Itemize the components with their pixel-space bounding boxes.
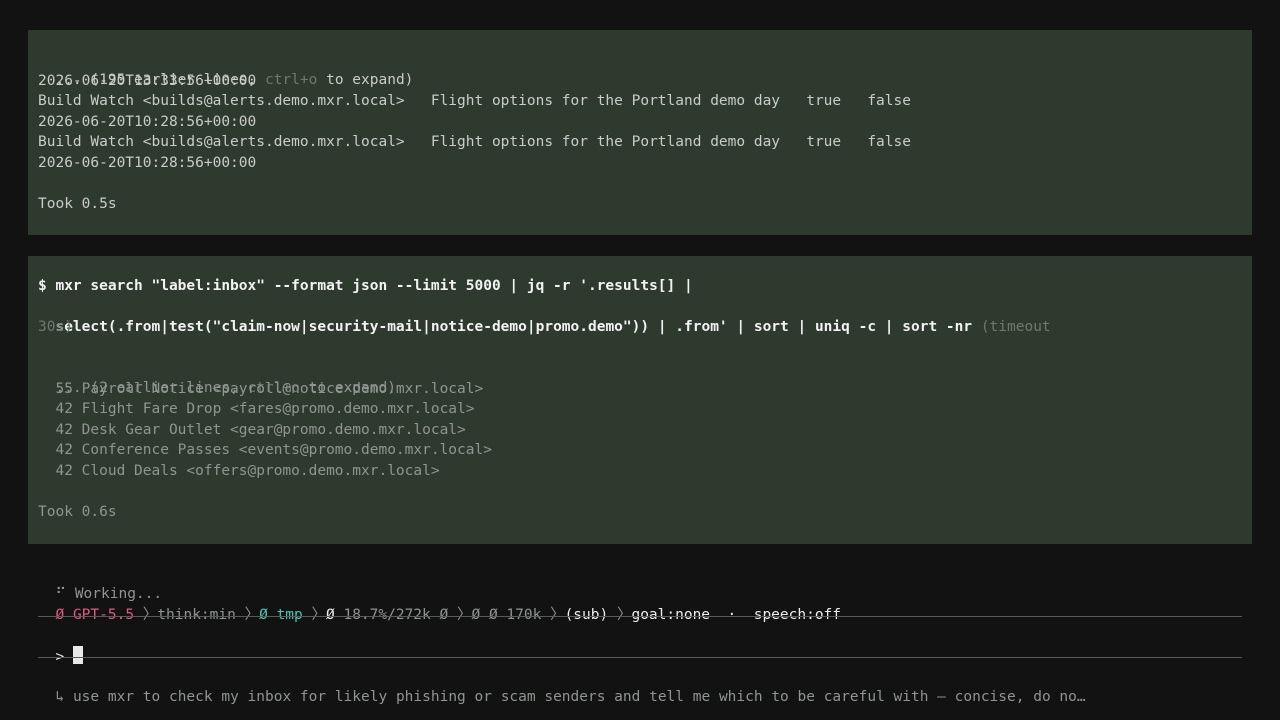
result-line: 42 Cloud Deals <offers@promo.demo.mxr.lo… xyxy=(38,463,440,479)
chevron-right-icon: 〉 xyxy=(142,607,158,623)
chevron-right-icon: 〉 xyxy=(456,607,472,623)
result-line: 42 Flight Fare Drop <fares@promo.demo.mx… xyxy=(38,401,475,417)
chevron-right-icon: 〉 xyxy=(550,607,565,623)
context-icon-2: Ø xyxy=(439,607,449,623)
command-line: $ mxr search "label:inbox" --format json… xyxy=(38,278,693,294)
result-line: 42 Desk Gear Outlet <gear@promo.demo.mxr… xyxy=(38,422,466,438)
chevron-right-icon: 〉 xyxy=(311,607,327,623)
think-level[interactable]: think:min xyxy=(157,607,236,623)
model-icon: Ø xyxy=(55,607,65,623)
speech-status[interactable]: speech:off xyxy=(754,607,841,623)
tokens-icon-2: Ø xyxy=(488,607,498,623)
command-line: select(.from|test("claim-now|security-ma… xyxy=(38,297,1050,335)
reply-arrow-icon: ↳ xyxy=(55,689,65,705)
output-line: Build Watch <builds@alerts.demo.mxr.loca… xyxy=(38,134,911,150)
result-line: 55 Payroll Notice <payroll@notice-demo.m… xyxy=(38,381,484,397)
context-icon: Ø xyxy=(326,607,335,623)
output-line: 2026-06-20T13:33:56+00:00 xyxy=(38,73,257,89)
model-name[interactable]: GPT-5.5 xyxy=(73,607,134,623)
expand-shortcut: ctrl+o xyxy=(264,72,318,88)
goal-status: goal:none xyxy=(631,607,711,623)
queued-message[interactable]: ↳ use mxr to check my inbox for likely p… xyxy=(38,667,1085,705)
sub-badge: (sub) xyxy=(564,607,609,623)
text-cursor xyxy=(72,646,83,664)
status-bar: Ø GPT-5.5 〉think:min 〉Ø tmp 〉Ø 18.7%/272… xyxy=(38,585,841,623)
output-line: 2026-06-20T10:28:56+00:00 xyxy=(38,114,257,130)
timeout-value: 30s) xyxy=(38,319,73,335)
prompt-input[interactable]: > xyxy=(38,626,83,665)
dir-icon: Ø xyxy=(259,607,268,623)
working-status: ⠋ Working... xyxy=(38,564,162,602)
working-dir: tmp xyxy=(276,607,303,623)
token-count: 170k xyxy=(506,607,542,623)
divider xyxy=(38,616,1242,617)
collapsed-lines-notice[interactable]: ... (2 earlier lines, ctrl+o to expand) xyxy=(38,358,395,396)
collapsed-lines-notice[interactable]: ... (195 earlier lines, ctrl+o to expand… xyxy=(38,50,413,88)
output-line: Build Watch <builds@alerts.demo.mxr.loca… xyxy=(38,93,911,109)
divider xyxy=(38,657,1242,658)
chevron-right-icon: 〉 xyxy=(244,607,260,623)
output-line: 2026-06-20T10:28:56+00:00 xyxy=(38,155,257,171)
took-time: Took 0.5s xyxy=(38,196,117,212)
queued-message-text: use mxr to check my inbox for likely phi… xyxy=(72,689,1086,705)
tokens-icon: Ø xyxy=(471,607,481,623)
command-text: select(.from|test("claim-now|security-ma… xyxy=(55,319,973,335)
collapsed-suffix: to expand) xyxy=(317,72,414,88)
took-time: Took 0.6s xyxy=(38,504,117,520)
chevron-right-icon: 〉 xyxy=(616,607,632,623)
result-line: 42 Conference Passes <events@promo.demo.… xyxy=(38,442,492,458)
timeout-label: (timeout xyxy=(972,319,1051,335)
context-usage: 18.7%/272k xyxy=(343,607,431,623)
separator-dot: · xyxy=(727,607,737,623)
